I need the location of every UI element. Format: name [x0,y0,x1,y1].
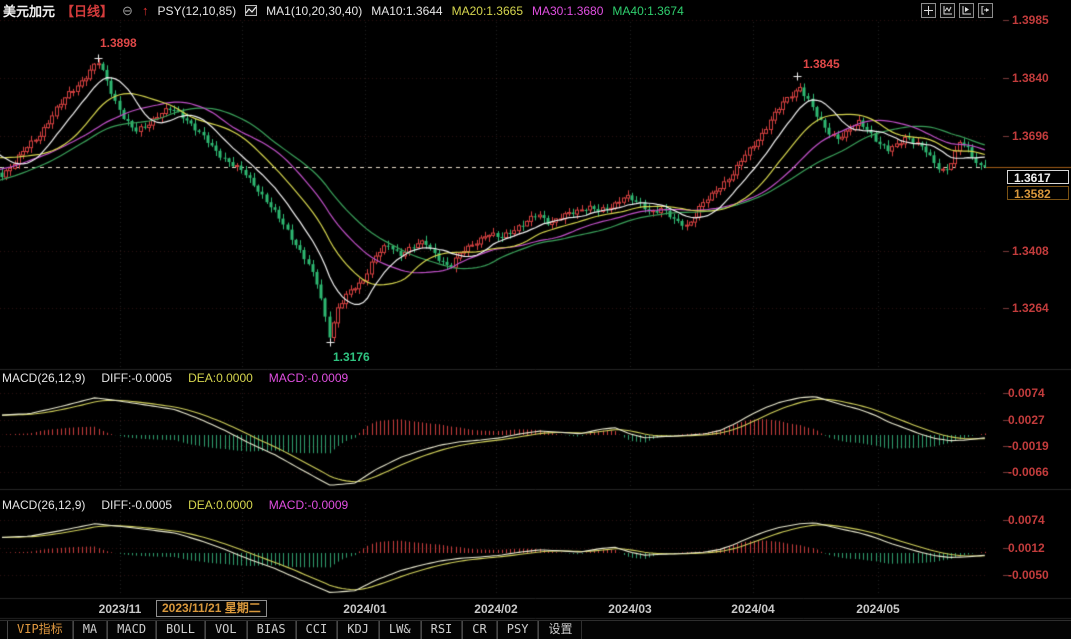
collapse-circle-icon[interactable]: ⊖ [122,4,133,17]
ma-group-label[interactable]: MA1(10,20,30,40) [266,4,362,18]
macd1-axis-tick: 0.0074 [1008,386,1045,401]
x-axis-label: 2024/01 [343,602,387,616]
diff-value: DIFF:-0.0005 [101,498,173,512]
price-annotation: 1.3845 [803,57,840,71]
crosshair-icon[interactable] [921,3,936,18]
macd-params-label[interactable]: MACD(26,12,9) [2,371,85,385]
chart-tool-icons [921,3,993,18]
macd1-axis-tick: -0.0019 [1008,438,1049,453]
prev-close-box: 1.3582 [1007,186,1069,201]
toolbar-tab-9[interactable]: RSI [420,621,463,639]
macd1-legend: MACD(26,12,9) DIFF:-0.0005 DEA:0.0000 MA… [2,371,348,385]
price-axis-tick: 1.3696 [1012,128,1049,143]
chart-panel-icon[interactable] [940,3,955,18]
toolbar-tab-0[interactable]: VIP指标 [7,621,73,639]
macd2-legend: MACD(26,12,9) DIFF:-0.0005 DEA:0.0000 MA… [2,498,348,512]
toolbar-tab-7[interactable]: KDJ [337,621,379,639]
toolbar-tab-5[interactable]: BIAS [246,621,296,639]
price-axis-tick: 1.3408 [1012,243,1049,258]
toolbar-tab-10[interactable]: CR [462,621,497,639]
toolbar-tab-3[interactable]: BOLL [156,621,205,639]
toolbar-tab-1[interactable]: MA [72,621,108,639]
selected-date-box: 2023/11/21 星期二 [156,600,267,617]
diff-value: DIFF:-0.0005 [101,371,173,385]
toolbar-tab-12[interactable]: 设置 [538,621,583,639]
ma40-value: MA40:1.3674 [612,3,684,18]
up-arrow-icon: ↑ [141,3,149,18]
dea-value: DEA:0.0000 [188,498,253,512]
toolbar-tab-11[interactable]: PSY [496,621,539,639]
macd2-axis-tick: 0.0012 [1008,540,1045,555]
ma-indicator-icon[interactable] [245,5,258,16]
ma30-value: MA30:1.3680 [532,3,604,18]
toolbar-tab-2[interactable]: MACD [107,621,157,639]
price-annotation: 1.3176 [333,350,370,364]
macd2-axis-tick: -0.0050 [1008,568,1049,583]
toolbar-tab-6[interactable]: CCI [295,621,338,639]
x-axis-label: 2024/03 [608,602,652,616]
period-label[interactable]: 【日线】 [61,1,113,20]
price-axis-tick: 1.3264 [1012,301,1049,316]
indicator-toolbar: VIP指标 MA MACD BOLL VOL BIAS CCI KDJ LW& RSI CR PSY 设… [0,620,1071,639]
toolbar-tab-8[interactable]: LW& [378,621,421,639]
chart-application: 美元加元 【日线】 ⊖ ↑ PSY(12,10,85) MA1(10,20,30… [0,0,1071,639]
chart-play-icon[interactable] [959,3,974,18]
macd-value: MACD:-0.0009 [268,371,349,385]
psy-indicator-label[interactable]: PSY(12,10,85) [157,4,236,18]
ma10-value: MA10:1.3644 [371,3,443,18]
x-axis-label: 2024/04 [731,602,775,616]
macd-value: MACD:-0.0009 [268,498,349,512]
symbol-name[interactable]: 美元加元 [3,1,55,20]
x-axis-label: 2023/11 [98,602,142,616]
macd1-axis-tick: 0.0027 [1008,412,1045,427]
ma20-value: MA20:1.3665 [451,3,523,18]
macd-params-label[interactable]: MACD(26,12,9) [2,498,85,512]
chart-canvas[interactable] [0,0,1071,639]
current-price-box: 1.3617 [1007,170,1069,185]
dea-value: DEA:0.0000 [188,371,253,385]
toolbar-tab-4[interactable]: VOL [204,621,247,639]
price-axis-tick: 1.3840 [1012,71,1049,85]
x-axis-label: 2024/02 [474,602,518,616]
exit-chart-icon[interactable] [978,3,993,18]
price-annotation: 1.3898 [100,36,137,50]
x-axis-label: 2024/05 [856,602,900,616]
header-bar: 美元加元 【日线】 ⊖ ↑ PSY(12,10,85) MA1(10,20,30… [0,0,1071,21]
macd2-axis-tick: 0.0074 [1008,513,1045,528]
macd1-axis-tick: -0.0066 [1008,465,1049,480]
